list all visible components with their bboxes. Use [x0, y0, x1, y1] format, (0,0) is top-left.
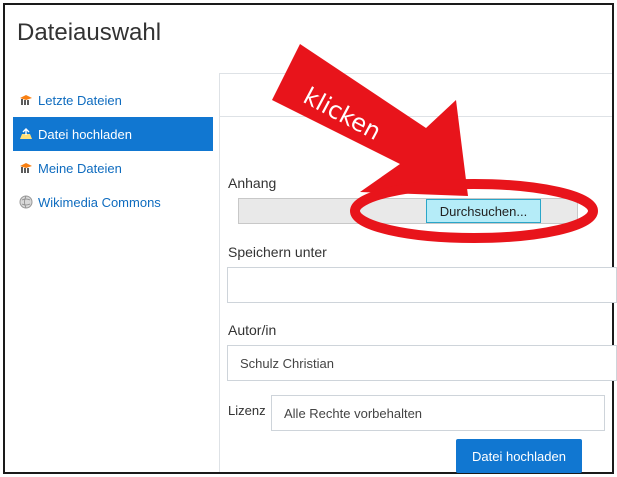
panel-toolbar	[220, 74, 612, 117]
sidebar-item-label: Letzte Dateien	[38, 92, 122, 108]
attachment-label: Anhang	[228, 175, 277, 191]
sidebar-item-wikimedia-commons[interactable]: Wikimedia Commons	[13, 185, 213, 219]
globe-icon	[17, 195, 35, 209]
sidebar-item-label: Meine Dateien	[38, 160, 122, 176]
sidebar-item-label: Datei hochladen	[38, 126, 132, 142]
moodle-hat-icon	[17, 162, 35, 174]
save-as-input[interactable]	[227, 267, 617, 303]
moodle-hat-icon	[17, 94, 35, 106]
author-input[interactable]: Schulz Christian	[227, 345, 617, 381]
upload-icon	[17, 128, 35, 140]
repository-sidebar: Letzte Dateien Datei hochladen Meine Dat…	[13, 83, 213, 219]
save-as-label: Speichern unter	[228, 244, 327, 260]
license-label: Lizenz	[228, 403, 266, 418]
sidebar-item-upload-file[interactable]: Datei hochladen	[13, 117, 213, 151]
license-select[interactable]: Alle Rechte vorbehalten	[271, 395, 605, 431]
sidebar-item-my-files[interactable]: Meine Dateien	[13, 151, 213, 185]
sidebar-item-recent-files[interactable]: Letzte Dateien	[13, 83, 213, 117]
sidebar-item-label: Wikimedia Commons	[38, 194, 161, 210]
upload-file-button[interactable]: Datei hochladen	[456, 439, 582, 473]
dialog-title: Dateiauswahl	[17, 19, 162, 46]
browse-button[interactable]: Durchsuchen...	[426, 199, 541, 223]
author-label: Autor/in	[228, 322, 277, 338]
